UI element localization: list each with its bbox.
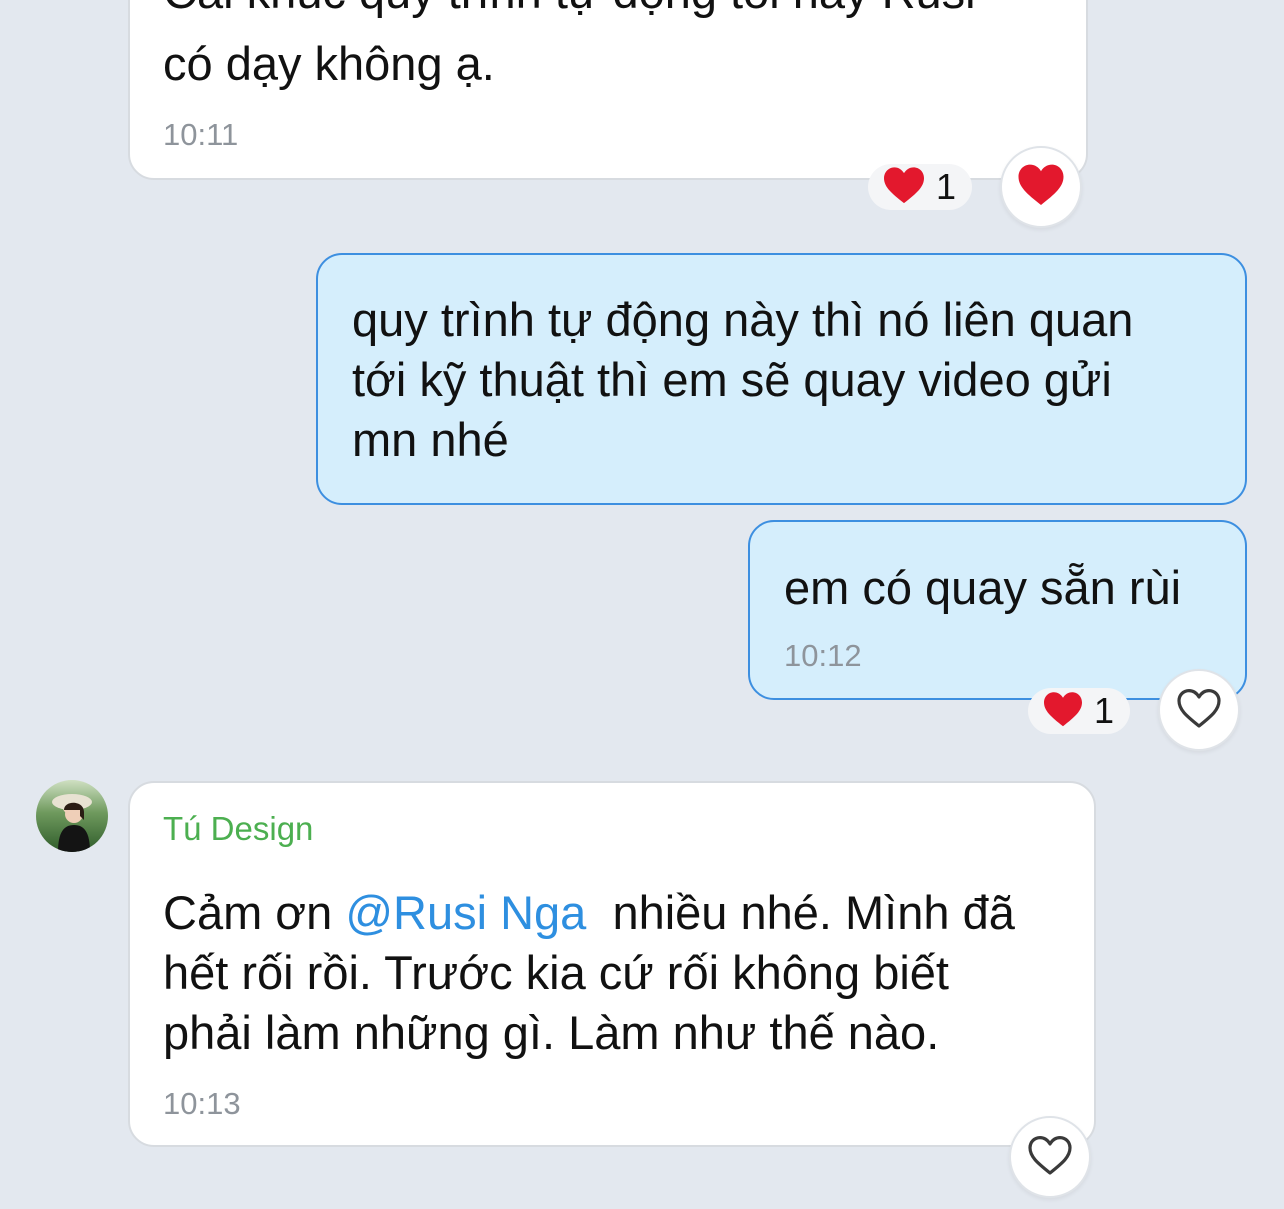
message-text: hết rối rồi. Trước kia cứ rối không biết (163, 946, 949, 999)
heart-filled-icon (1042, 690, 1084, 733)
reaction-count: 1 (936, 166, 957, 207)
react-button[interactable] (1158, 669, 1240, 751)
message-text: phải làm những gì. Làm như thế nào. (163, 1006, 940, 1059)
reaction-count: 1 (1094, 690, 1115, 731)
message-text: có dạy không ạ. (163, 37, 495, 90)
react-button[interactable] (1000, 146, 1082, 228)
avatar-photo (52, 794, 92, 852)
sender-name[interactable]: Tú Design (163, 810, 313, 848)
heart-outline-icon (1026, 1133, 1074, 1182)
react-button[interactable] (1009, 1116, 1091, 1198)
reaction-summary[interactable]: 1 (1028, 688, 1130, 734)
reaction-summary[interactable]: 1 (868, 164, 972, 210)
heart-outline-icon (1175, 686, 1223, 735)
message-text: tới kỹ thuật thì em sẽ quay video gửi (352, 353, 1112, 406)
message-text: mn nhé (352, 413, 509, 466)
message-text: em có quay sẵn rùi (784, 561, 1182, 614)
avatar[interactable] (36, 780, 108, 852)
message-text-segment: Cảm ơn (163, 886, 346, 939)
heart-filled-icon (1016, 162, 1066, 212)
message-text-segment: nhiều nhé. Mình đã (586, 886, 1015, 939)
message-text: quy trình tự động này thì nó liên quan (352, 293, 1134, 346)
message-time: 10:13 (163, 1086, 241, 1121)
message-text: Cảm ơn @Rusi Nga nhiều nhé. Mình đã (163, 883, 1015, 943)
message-text: Cái khúc quy trình tự động tối nay Rusi (163, 0, 976, 22)
message-time: 10:12 (784, 638, 862, 673)
mention-link[interactable]: @Rusi Nga (345, 886, 586, 939)
message-time: 10:11 (163, 117, 239, 152)
heart-filled-icon (882, 165, 926, 210)
